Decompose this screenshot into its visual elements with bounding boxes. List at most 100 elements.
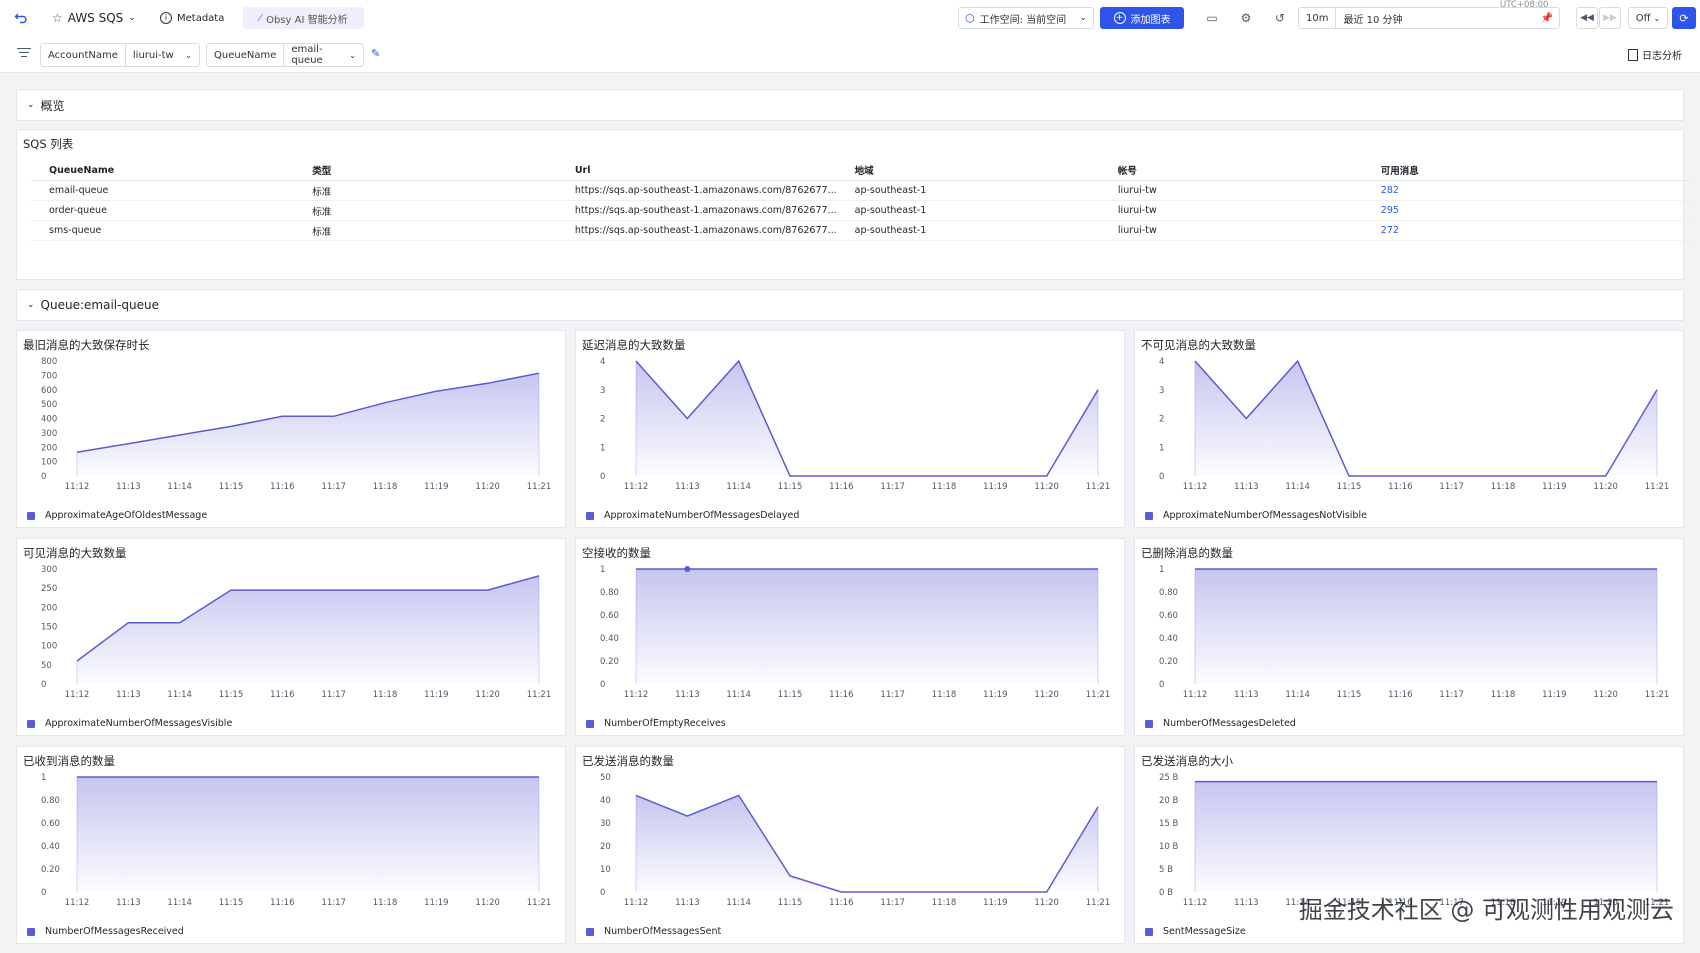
y-tick-label: 0.20	[41, 865, 60, 875]
gear-icon: ⚙	[1240, 11, 1252, 25]
y-tick-label: 800	[41, 357, 57, 367]
chart-legend[interactable]: NumberOfMessagesDeleted	[1145, 718, 1296, 729]
x-tick-label: 11:12	[1183, 898, 1208, 908]
chart-plot[interactable]: 0 100 200 300 400 500 600 700 800 11:12 11:13 11:14…	[17, 353, 565, 503]
settings-button[interactable]: ⚙	[1234, 7, 1258, 29]
column-header: 地域	[836, 160, 1100, 181]
chart-legend[interactable]: NumberOfMessagesReceived	[27, 926, 184, 937]
chart-panel[interactable]: 空接收的数量 0 0.20 0.40 0.60 0.80 1 11:12 11:13 11:14 1…	[575, 538, 1125, 736]
history-button[interactable]: ↺	[1268, 7, 1292, 29]
x-tick-label: 11:17	[880, 898, 905, 908]
dashboard-title-dropdown[interactable]: ☆ AWS SQS ⌄	[52, 7, 136, 29]
chart-panel[interactable]: 延迟消息的大致数量 0 1 2 3 4 11:12 11:13 11:14 11:15 11:16 1…	[575, 330, 1125, 528]
y-tick-label: 150	[41, 623, 57, 633]
chart-panel[interactable]: 已收到消息的数量 0 0.20 0.40 0.60 0.80 1 11:12 11:13 11:1…	[16, 746, 566, 944]
x-tick-label: 11:16	[270, 898, 295, 908]
x-tick-label: 11:15	[778, 482, 803, 492]
chart-panel[interactable]: 不可见消息的大致数量 0 1 2 3 4 11:12 11:13 11:14 11:15 11:16…	[1134, 330, 1684, 528]
chart-plot[interactable]: 0 0.20 0.40 0.60 0.80 1 11:12 11:13 11:14 11:15 11…	[1135, 561, 1683, 711]
x-tick-label: 11:21	[527, 482, 552, 492]
time-range-picker[interactable]: 10m 最近 10 分钟 📌	[1298, 7, 1560, 29]
chart-panel[interactable]: 已删除消息的数量 0 0.20 0.40 0.60 0.80 1 11:12 11:13 11:1…	[1134, 538, 1684, 736]
y-tick-label: 1	[41, 773, 46, 783]
overview-section-header[interactable]: ⌄ 概览	[16, 89, 1684, 121]
workspace-label: 工作空间: 当前空间	[979, 14, 1067, 26]
time-short: 10m	[1299, 8, 1337, 28]
table-row[interactable]: email-queue 标准 https://sqs.ap-southeast-1.…	[31, 180, 1691, 201]
account-filter[interactable]: AccountName liurui-tw ⌄	[40, 43, 200, 67]
chart-plot[interactable]: 0 10 20 30 40 50 11:12 11:13 11:14 11:15 11:16 11:1…	[576, 769, 1124, 919]
chart-panel[interactable]: 已发送消息的数量 0 10 20 30 40 50 11:12 11:13 11:14 11:15 1…	[575, 746, 1125, 944]
chart-plot[interactable]: 0 0.20 0.40 0.60 0.80 1 11:12 11:13 11:14 11:15 11…	[17, 769, 565, 919]
refresh-button[interactable]: ⟳	[1672, 7, 1696, 29]
chart-plot[interactable]: 0 50 100 150 200 250 300 11:12 11:13 11:14 11:15 11…	[17, 561, 565, 711]
queue-section-header[interactable]: ⌄ Queue:email-queue	[16, 289, 1684, 321]
back-button[interactable]	[14, 7, 28, 29]
edit-filter-icon[interactable]: ✎	[371, 47, 380, 60]
timezone-label: UTC+08:00	[1500, 0, 1549, 10]
table-cell[interactable]: 272	[1362, 220, 1691, 241]
auto-refresh-select[interactable]: Off ⌄	[1628, 7, 1668, 29]
chart-title: 延迟消息的大致数量	[582, 338, 686, 352]
add-chart-button[interactable]: + 添加图表	[1100, 7, 1184, 29]
pin-icon[interactable]: 📌	[1541, 13, 1559, 24]
chart-plot[interactable]: 0 1 2 3 4 11:12 11:13 11:14 11:15 11:16 11:17 11:18…	[1135, 353, 1683, 503]
queue-filter[interactable]: QueueName email-queue ⌄	[206, 43, 364, 67]
x-tick-label: 11:12	[65, 690, 90, 700]
filter-icon[interactable]	[17, 48, 31, 57]
chart-legend[interactable]: SentMessageSize	[1145, 926, 1246, 937]
y-tick-label: 0.40	[41, 842, 60, 852]
plus-circle-icon: +	[1113, 12, 1126, 24]
hover-point[interactable]	[684, 566, 691, 572]
x-tick-label: 11:13	[675, 898, 700, 908]
table-cell: 标准	[294, 180, 557, 201]
chart-plot[interactable]: 0 1 2 3 4 11:12 11:13 11:14 11:15 11:16 11:17 11:18…	[576, 353, 1124, 503]
table-row[interactable]: sms-queue 标准 https://sqs.ap-southeast-1.am…	[31, 220, 1691, 241]
x-tick-label: 11:20	[1034, 690, 1059, 700]
log-analysis-button[interactable]: 日志分析	[1628, 47, 1682, 62]
table-cell: liurui-tw	[1099, 200, 1363, 221]
table-row[interactable]: order-queue 标准 https://sqs.ap-southeast-1.…	[31, 200, 1691, 221]
y-tick-label: 0.80	[600, 588, 619, 598]
chart-panel[interactable]: 可见消息的大致数量 0 50 100 150 200 250 300 11:12 11:13 11:…	[16, 538, 566, 736]
legend-swatch	[1145, 511, 1153, 520]
series-area	[1195, 569, 1657, 684]
star-icon[interactable]: ☆	[52, 11, 63, 25]
y-tick-label: 4	[600, 357, 605, 367]
y-tick-label: 700	[41, 371, 57, 381]
chart-plot[interactable]: 0 0.20 0.40 0.60 0.80 1 11:12 11:13 11:14 11:15 11…	[576, 561, 1124, 711]
column-header: 可用消息	[1362, 160, 1691, 181]
x-tick-label: 11:21	[1645, 482, 1670, 492]
x-tick-label: 11:14	[726, 482, 751, 492]
y-tick-label: 400	[41, 415, 57, 425]
chart-legend[interactable]: NumberOfMessagesSent	[586, 926, 721, 937]
chart-panel[interactable]: 最旧消息的大致保存时长 0 100 200 300 400 500 600 700 800 11:1…	[16, 330, 566, 528]
chart-legend[interactable]: NumberOfEmptyReceives	[586, 718, 726, 729]
workspace-select[interactable]: ⬡ 工作空间: 当前空间 ⌄	[958, 7, 1094, 29]
table-cell[interactable]: 282	[1362, 180, 1691, 201]
fullscreen-button[interactable]: ▭	[1200, 7, 1224, 29]
chart-legend[interactable]: ApproximateNumberOfMessagesDelayed	[586, 510, 799, 521]
step-back-button[interactable]: ◀◀	[1576, 7, 1598, 29]
y-tick-label: 1	[1159, 443, 1164, 453]
chart-legend[interactable]: ApproximateNumberOfMessagesVisible	[27, 718, 232, 729]
chart-legend[interactable]: ApproximateAgeOfOldestMessage	[27, 510, 207, 521]
y-tick-label: 0	[1159, 472, 1164, 482]
legend-swatch	[586, 719, 594, 728]
series-area	[1195, 781, 1657, 892]
y-tick-label: 0.20	[600, 657, 619, 667]
table-cell[interactable]: 295	[1362, 200, 1691, 221]
legend-swatch	[27, 511, 35, 520]
x-tick-label: 11:17	[1439, 482, 1464, 492]
chevron-down-icon: ⌄	[1079, 13, 1087, 23]
x-tick-label: 11:14	[726, 898, 751, 908]
chart-legend[interactable]: ApproximateNumberOfMessagesNotVisible	[1145, 510, 1367, 521]
x-tick-label: 11:15	[219, 690, 244, 700]
y-tick-label: 200	[41, 603, 57, 613]
x-tick-label: 11:15	[219, 898, 244, 908]
x-tick-label: 11:12	[1183, 690, 1208, 700]
obsy-ai-button[interactable]: ⁄ Obsy AI 智能分析	[243, 7, 364, 29]
step-forward-button[interactable]: ▶▶	[1599, 7, 1621, 29]
metadata-button[interactable]: i Metadata	[160, 7, 224, 29]
x-tick-label: 11:15	[1337, 690, 1362, 700]
